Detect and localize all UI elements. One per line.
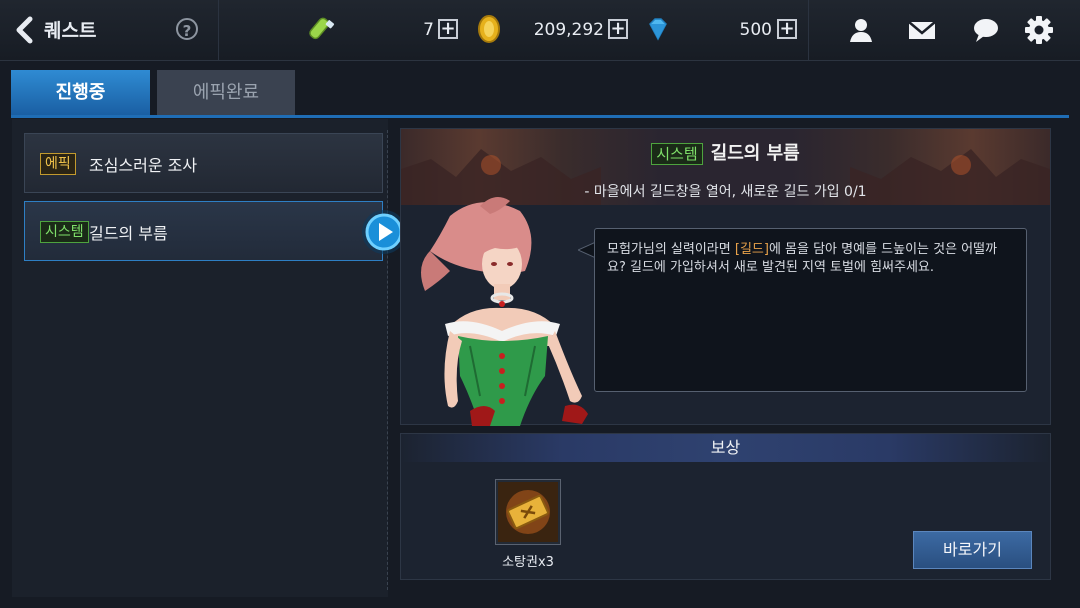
epic-tag: 에픽: [40, 153, 76, 175]
tab-epic-complete[interactable]: 에픽완료: [157, 70, 295, 115]
system-tag: 시스템: [40, 221, 89, 243]
mail-icon[interactable]: [906, 14, 938, 46]
fatigue-value: 7: [423, 20, 434, 40]
divider: [808, 0, 809, 60]
tab-underline: [11, 115, 1069, 118]
dialogue-text: 모험가님의 실력이라면: [607, 242, 735, 257]
quest-item-system[interactable]: 시스템 길드의 부름: [24, 201, 383, 261]
page-title: 퀘스트: [44, 20, 97, 42]
divider: [218, 0, 219, 60]
ticket-icon: [498, 482, 558, 542]
npc-character-image: [421, 197, 588, 426]
gem-plus-button[interactable]: +: [777, 19, 797, 39]
back-arrow-icon[interactable]: [14, 16, 38, 44]
reward-header: 보상: [401, 434, 1050, 462]
quest-name: 조심스러운 조사: [89, 156, 198, 175]
quest-title-text: 길드의 부름: [710, 143, 800, 164]
top-bar: 퀘스트 ? 7 + 209,292 + 500 +: [0, 0, 1080, 61]
panel-divider: [387, 130, 388, 590]
quest-name: 길드의 부름: [89, 224, 168, 243]
settings-icon[interactable]: [1023, 14, 1055, 46]
potion-icon: [309, 17, 335, 40]
reward-item-label: 소탕권x3: [502, 555, 554, 570]
quest-item-epic[interactable]: 에픽 조심스러운 조사: [24, 133, 383, 193]
help-button[interactable]: ?: [176, 18, 198, 40]
fatigue-plus-button[interactable]: +: [438, 19, 458, 39]
gem-value: 500: [739, 20, 772, 40]
system-tag: 시스템: [651, 143, 703, 165]
diamond-icon: [649, 18, 667, 41]
friends-icon[interactable]: [844, 14, 876, 46]
dialogue-highlight: [길드]: [734, 242, 769, 257]
quest-title: 시스템 길드의 부름: [401, 139, 1050, 165]
gold-plus-button[interactable]: +: [608, 19, 628, 39]
gold-value: 209,292: [533, 20, 604, 40]
tab-in-progress[interactable]: 진행중: [11, 70, 150, 115]
chat-icon[interactable]: [970, 14, 1002, 46]
npc-dialogue-box: 모험가님의 실력이라면 [길드]에 몸을 담아 명예를 드높이는 것은 어떨까요…: [594, 228, 1027, 392]
reward-item-slot[interactable]: [495, 479, 561, 545]
quest-banner: 시스템 길드의 부름 - 마을에서 길드창을 열어, 새로운 길드 가입 0/1: [401, 129, 1050, 205]
gold-coin-icon: [478, 15, 500, 43]
go-button[interactable]: 바로가기: [913, 531, 1032, 569]
